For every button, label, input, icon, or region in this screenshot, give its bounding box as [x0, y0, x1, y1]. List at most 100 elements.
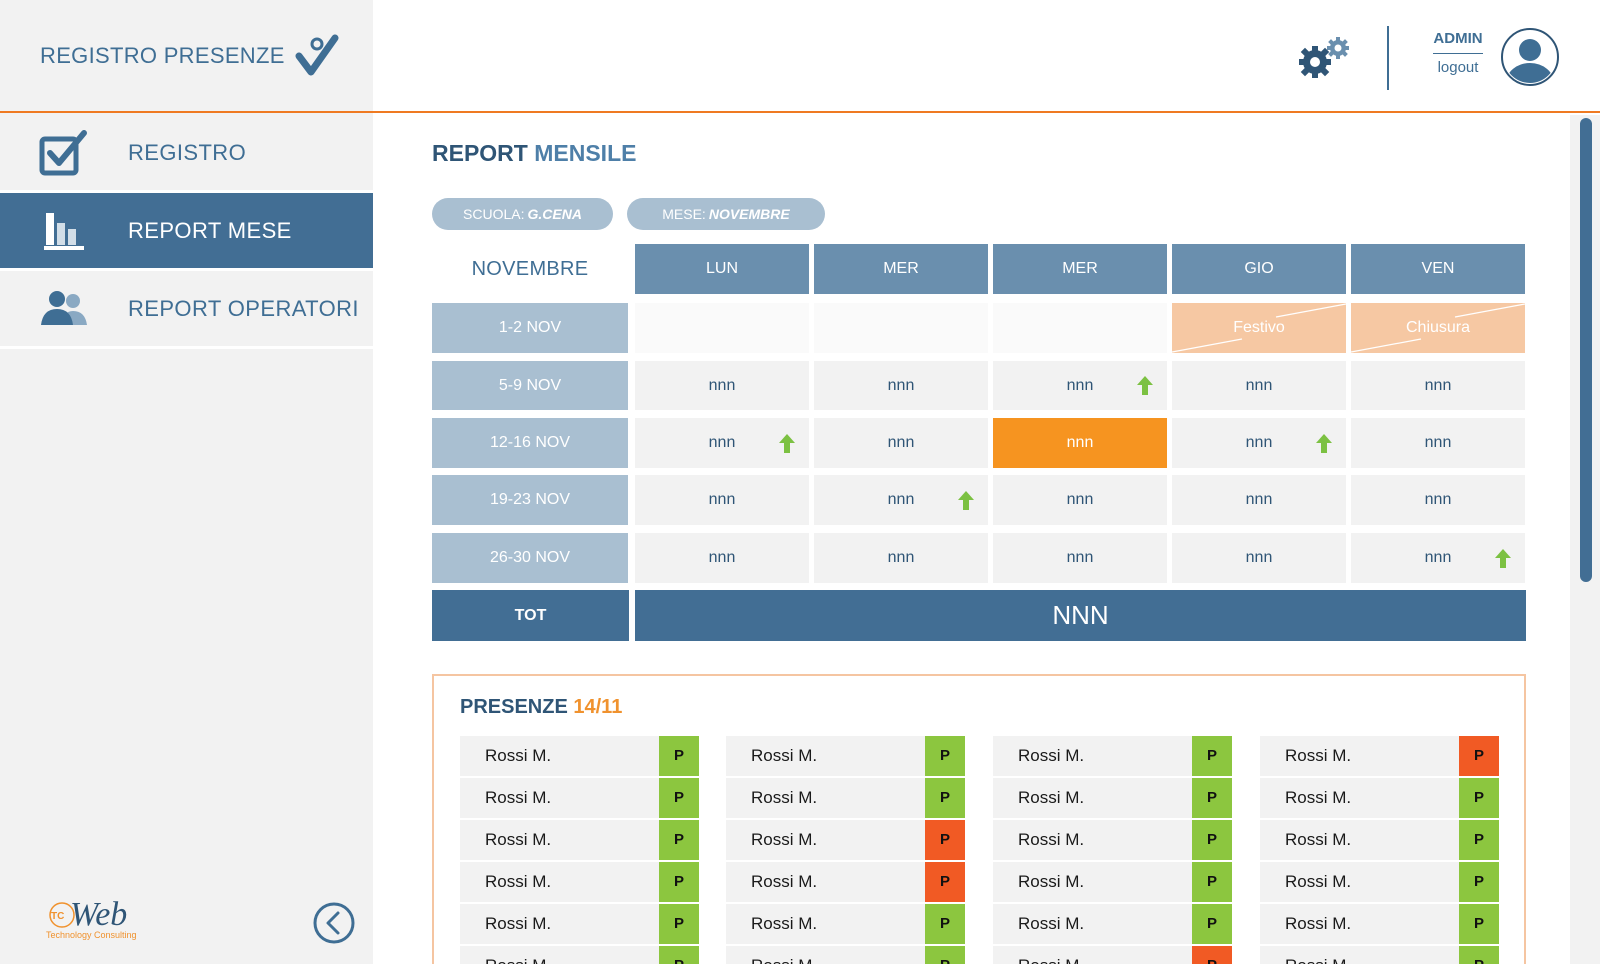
sidebar-item-report-mese[interactable]: REPORT MESE	[0, 193, 373, 271]
collapse-sidebar-button[interactable]	[312, 901, 356, 945]
attendance-row: Rossi M. P	[726, 820, 965, 860]
attendee-name: Rossi M.	[751, 830, 818, 849]
attendance-status-badge[interactable]: P	[1459, 778, 1499, 818]
attendee-name: Rossi M.	[1285, 872, 1352, 891]
attendance-status-badge[interactable]: P	[659, 946, 699, 964]
attendance-row: Rossi M. P	[1260, 946, 1499, 964]
calendar-cell-value: nnn	[1066, 434, 1094, 451]
attendee-name: Rossi M.	[1018, 914, 1085, 933]
attendee-name: Rossi M.	[751, 946, 817, 964]
attendance-row: Rossi M. P	[993, 946, 1232, 964]
calendar-cell[interactable]: nnn	[1351, 418, 1525, 468]
attendance-status-badge[interactable]: P	[925, 778, 965, 818]
attendee-name: Rossi M.	[485, 830, 552, 849]
attendance-status-badge[interactable]: P	[1192, 736, 1232, 776]
calendar-cell[interactable]: nnn	[814, 418, 988, 468]
attendee-name: Rossi M.	[1285, 914, 1352, 933]
attendance-status-badge[interactable]: P	[1192, 904, 1232, 944]
calendar-cell[interactable]: nnn	[1351, 475, 1525, 525]
school-filter[interactable]: SCUOLA: G.CENA	[432, 198, 613, 230]
app-root: REGISTRO PRESENZE REGISTRO REPORT MESE REP…	[0, 0, 1600, 964]
calendar-month-label: NOVEMBRE	[471, 257, 589, 280]
attendance-status-badge[interactable]: P	[659, 862, 699, 902]
calendar-cell[interactable]: Chiusura	[1351, 303, 1525, 353]
logout-link[interactable]: logout	[1438, 59, 1479, 76]
calendar-cell[interactable]: nnn	[814, 533, 988, 583]
attendance-row: Rossi M. P	[993, 862, 1232, 902]
calendar-cell[interactable]: nnn	[993, 533, 1167, 583]
calendar-cell[interactable]: nnn	[635, 418, 809, 468]
day-header-mer: MER	[993, 244, 1167, 294]
calendar-cell-value: nnn	[1245, 376, 1273, 394]
user-avatar-button[interactable]	[1500, 27, 1560, 87]
calendar-cell[interactable]: nnn	[1172, 533, 1346, 583]
attendance-row: Rossi M. P	[726, 736, 965, 776]
attendance-status-badge[interactable]: P	[1459, 862, 1499, 902]
calendar-cell[interactable]: nnn	[1172, 361, 1346, 410]
month-filter-label: MESE:	[662, 206, 706, 222]
calendar-cell[interactable]: nnn	[814, 475, 988, 525]
attendance-status-badge[interactable]: P	[1459, 820, 1499, 860]
attendance-row: Rossi M. P	[1260, 904, 1499, 944]
attendance-status-badge[interactable]: P	[1192, 820, 1232, 860]
attendance-status-badge[interactable]: P	[659, 820, 699, 860]
calendar-cell[interactable]: nnn	[993, 418, 1167, 468]
header-accent-line	[0, 111, 1600, 113]
attendee-name: Rossi M.	[751, 914, 818, 933]
calendar-cell-value: nnn	[1245, 491, 1273, 508]
attendance-status-badge[interactable]: P	[1459, 946, 1499, 964]
calendar-cell[interactable]: nnn	[993, 361, 1167, 410]
total-label: TOT	[432, 590, 629, 641]
school-filter-value: G.CENA	[527, 206, 582, 222]
day-header-mer: MER	[814, 244, 988, 294]
month-filter[interactable]: MESE: NOVEMBRE	[627, 198, 825, 230]
attendance-status-badge[interactable]: P	[1192, 862, 1232, 902]
attendance-row: Rossi M. P	[993, 736, 1232, 776]
calendar-cell[interactable]: nnn	[1351, 361, 1525, 410]
attendee-name: Rossi M.	[1018, 746, 1085, 765]
attendance-row: Rossi M. P	[993, 904, 1232, 944]
calendar-cell[interactable]: nnn	[635, 533, 809, 583]
calendar-cell[interactable]: nnn	[1172, 475, 1346, 525]
trend-up-icon	[958, 491, 974, 510]
attendance-status-badge[interactable]: P	[659, 736, 699, 776]
attendance-status-badge[interactable]: P	[1459, 736, 1499, 776]
gears-icon	[1299, 37, 1349, 78]
sidebar-item-label: REGISTRO	[128, 139, 247, 165]
attendance-status-badge[interactable]: P	[1192, 946, 1232, 964]
week-label: 26-30 NOV	[432, 533, 628, 583]
username: ADMIN	[1433, 30, 1483, 54]
calendar-cell[interactable]: Festivo	[1172, 303, 1346, 353]
sidebar-item-report-operatori[interactable]: REPORT OPERATORI	[0, 271, 373, 349]
calendar-cell-value: nnn	[1245, 434, 1273, 451]
calendar-cell[interactable]: nnn	[635, 475, 809, 525]
logo-subtitle: Technology Consulting	[46, 930, 137, 940]
calendar-cell[interactable]: nnn	[1172, 418, 1346, 468]
attendee-name: Rossi M.	[1285, 830, 1352, 849]
attendance-status-badge[interactable]: P	[659, 904, 699, 944]
calendar-cell[interactable]: nnn	[635, 361, 809, 410]
attendance-status-badge[interactable]: P	[1459, 904, 1499, 944]
calendar-cell-value: nnn	[1066, 376, 1094, 394]
attendee-name: Rossi M.	[485, 788, 552, 807]
sidebar-item-registro[interactable]: REGISTRO	[0, 115, 373, 193]
presenze-panel: PRESENZE 14/11 Rossi M. P Rossi M. P Rossi M…	[432, 674, 1526, 964]
calendar-cell[interactable]: nnn	[993, 475, 1167, 525]
calendar-cell-value: nnn	[1424, 376, 1452, 394]
attendance-status-badge[interactable]: P	[659, 778, 699, 818]
attendance-status-badge[interactable]: P	[925, 862, 965, 902]
attendance-status-badge[interactable]: P	[925, 736, 965, 776]
scrollbar-thumb[interactable]	[1580, 118, 1592, 582]
day-header-lun: LUN	[635, 244, 809, 294]
attendance-status-badge[interactable]: P	[925, 904, 965, 944]
calendar-cell[interactable]: nnn	[814, 361, 988, 410]
presenze-date: 14/11	[573, 696, 623, 718]
attendance-status-badge[interactable]: P	[925, 820, 965, 860]
calendar-cell-empty	[814, 303, 988, 353]
calendar-cell-empty	[993, 303, 1167, 353]
attendance-status-badge[interactable]: P	[925, 946, 965, 964]
calendar-cell[interactable]: nnn	[1351, 533, 1525, 583]
attendee-name: Rossi M.	[485, 872, 552, 891]
attendance-status-badge[interactable]: P	[1192, 778, 1232, 818]
settings-button[interactable]	[1293, 32, 1357, 87]
